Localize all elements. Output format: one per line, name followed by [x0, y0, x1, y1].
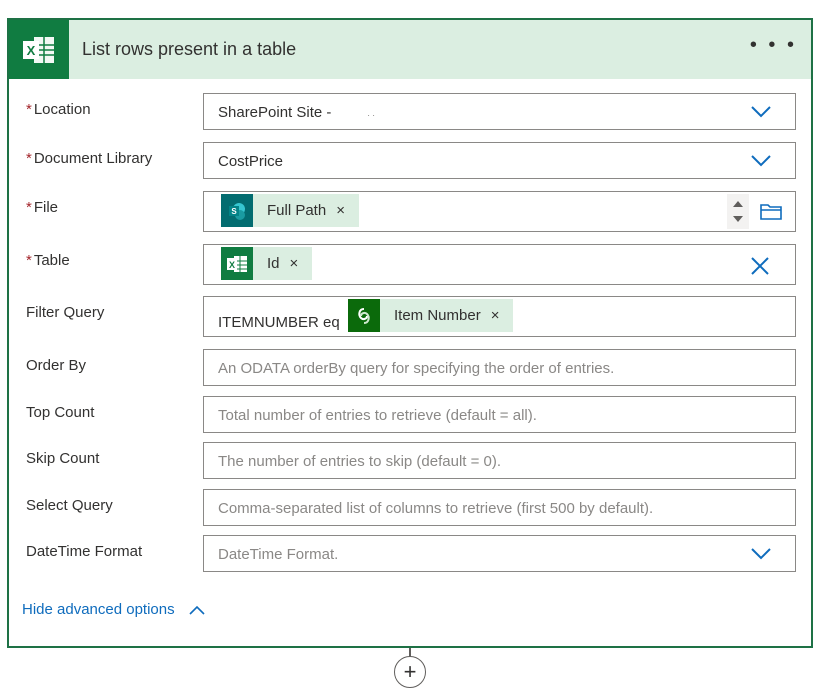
- remove-token-button[interactable]: ×: [481, 307, 514, 324]
- select-query-label: Select Query: [26, 497, 113, 514]
- full-path-token-label: Full Path: [267, 202, 327, 219]
- up-down-arrows-icon[interactable]: [727, 194, 749, 229]
- hide-advanced-options-link[interactable]: Hide advanced options: [22, 601, 205, 618]
- card-title: List rows present in a table: [82, 39, 297, 59]
- filter-query-label: Filter Query: [26, 304, 105, 321]
- skip-count-placeholder: The number of entries to skip (default =…: [218, 453, 502, 470]
- document-library-dropdown[interactable]: CostPrice: [203, 142, 796, 179]
- id-token: X Id ×: [221, 247, 313, 280]
- top-count-input[interactable]: Total number of entries to retrieve (def…: [203, 396, 796, 433]
- chevron-down-icon[interactable]: [751, 106, 771, 118]
- dataverse-icon: [348, 299, 380, 332]
- action-card: X List rows present in a table • • • * Lo…: [7, 18, 813, 648]
- location-dropdown[interactable]: SharePoint Site -. .: [203, 93, 796, 130]
- clear-icon[interactable]: [751, 257, 769, 275]
- id-token-label: Id: [267, 255, 280, 272]
- document-library-label: * Document Library: [26, 150, 153, 167]
- insert-step-button[interactable]: +: [394, 656, 426, 688]
- chevron-down-icon[interactable]: [751, 155, 771, 167]
- skip-count-label: Skip Count: [26, 450, 100, 467]
- order-by-label: Order By: [26, 357, 87, 374]
- chevron-up-icon: [189, 605, 205, 615]
- order-by-placeholder: An ODATA orderBy query for specifying th…: [218, 360, 615, 377]
- datetime-format-placeholder: DateTime Format.: [218, 546, 339, 563]
- stepper[interactable]: [727, 194, 749, 229]
- file-label: * File: [26, 199, 59, 216]
- select-query-placeholder: Comma-separated list of columns to retri…: [218, 500, 654, 517]
- top-count-label: Top Count: [26, 404, 95, 421]
- filter-query-input[interactable]: ITEMNUMBER eq Item Number ×: [203, 296, 796, 337]
- excel-icon: X: [9, 20, 69, 79]
- location-value: SharePoint Site -. .: [218, 104, 375, 121]
- datetime-format-label: DateTime Format: [26, 543, 143, 560]
- more-options-button[interactable]: • • •: [750, 35, 797, 55]
- remove-token-button[interactable]: ×: [280, 255, 313, 272]
- item-number-token: Item Number ×: [348, 299, 514, 332]
- folder-icon[interactable]: [759, 201, 783, 221]
- svg-text:X: X: [27, 43, 36, 58]
- select-query-input[interactable]: Comma-separated list of columns to retri…: [203, 489, 796, 526]
- item-number-token-label: Item Number: [394, 307, 481, 324]
- order-by-input[interactable]: An ODATA orderBy query for specifying th…: [203, 349, 796, 386]
- svg-text:X: X: [229, 260, 235, 270]
- chevron-down-icon[interactable]: [751, 548, 771, 560]
- table-label: * Table: [26, 252, 70, 269]
- svg-text:S: S: [231, 207, 237, 216]
- document-library-value: CostPrice: [218, 153, 284, 170]
- top-count-placeholder: Total number of entries to retrieve (def…: [218, 407, 537, 424]
- card-header[interactable]: X List rows present in a table • • •: [9, 20, 811, 79]
- sharepoint-icon: S: [221, 194, 253, 227]
- filter-query-prefix: ITEMNUMBER eq: [218, 314, 340, 331]
- location-label: * Location: [26, 101, 91, 118]
- table-input[interactable]: X Id ×: [203, 244, 796, 285]
- skip-count-input[interactable]: The number of entries to skip (default =…: [203, 442, 796, 479]
- excel-icon: X: [221, 247, 253, 280]
- file-input[interactable]: S Full Path ×: [203, 191, 796, 232]
- full-path-token: S Full Path ×: [221, 194, 359, 227]
- remove-token-button[interactable]: ×: [326, 202, 359, 219]
- datetime-format-dropdown[interactable]: DateTime Format.: [203, 535, 796, 572]
